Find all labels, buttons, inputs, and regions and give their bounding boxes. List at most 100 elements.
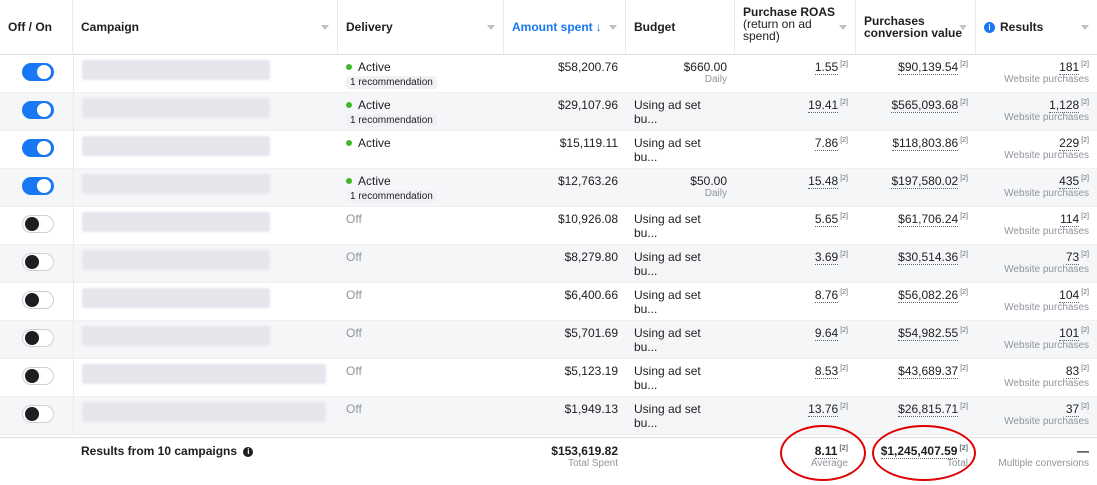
header-purchase-roas[interactable]: Purchase ROAS (return on ad spend) [735, 0, 856, 55]
table-row[interactable]: Off $5,701.69 Using ad set bu... 9.64 [2]… [0, 321, 1097, 359]
campaign-toggle[interactable] [22, 291, 54, 309]
results-value[interactable]: 114 [1060, 212, 1080, 227]
pcv-value[interactable]: $61,706.24 [898, 212, 959, 227]
pcv-value[interactable]: $118,803.86 [892, 136, 959, 151]
campaign-toggle[interactable] [22, 177, 54, 195]
campaign-name-redacted[interactable] [82, 212, 270, 232]
campaign-name-redacted[interactable] [82, 250, 270, 270]
delivery-cell: Off [338, 283, 504, 321]
budget-value[interactable]: Using ad set bu... [634, 98, 727, 126]
header-amount-spent[interactable]: Amount spent ↓ [504, 0, 626, 55]
roas-value[interactable]: 13.76 [808, 402, 839, 417]
active-status-dot-icon [346, 178, 352, 184]
campaign-toggle[interactable] [22, 63, 54, 81]
results-value[interactable]: 229 [1059, 136, 1080, 151]
campaign-toggle[interactable] [22, 405, 54, 423]
campaign-toggle[interactable] [22, 329, 54, 347]
roas-value[interactable]: 15.48 [808, 174, 839, 189]
table-row[interactable]: Off $10,926.08 Using ad set bu... 5.65 [2… [0, 207, 1097, 245]
budget-value[interactable]: Using ad set bu... [634, 402, 727, 430]
campaign-name-redacted[interactable] [82, 136, 270, 156]
sort-caret-icon[interactable] [321, 25, 329, 30]
campaign-toggle[interactable] [22, 101, 54, 119]
roas-value[interactable]: 1.55 [814, 60, 839, 75]
sort-caret-icon[interactable] [487, 25, 495, 30]
pcv-value[interactable]: $54,982.55 [898, 326, 959, 341]
campaign-name-redacted[interactable] [82, 174, 270, 194]
recommendation-badge[interactable]: 1 recommendation [346, 190, 437, 203]
roas-value[interactable]: 9.64 [814, 326, 839, 341]
budget-value[interactable]: Using ad set bu... [634, 364, 727, 392]
campaign-toggle[interactable] [22, 139, 54, 157]
sort-caret-icon[interactable] [609, 25, 617, 30]
budget-cell: Using ad set bu... [626, 397, 735, 435]
campaign-name-redacted[interactable] [82, 288, 270, 308]
campaign-toggle[interactable] [22, 253, 54, 271]
header-purchases-conversion-value[interactable]: Purchases conversion value [856, 0, 976, 55]
table-row[interactable]: Off $5,123.19 Using ad set bu... 8.53 [2]… [0, 359, 1097, 397]
results-value[interactable]: 73 [1065, 250, 1080, 265]
toggle-knob [25, 217, 39, 231]
attribution-marker: [2] [1081, 327, 1089, 334]
roas-value[interactable]: 3.69 [814, 250, 839, 265]
attribution-marker: [2] [1081, 289, 1089, 296]
roas-value[interactable]: 7.86 [814, 136, 839, 151]
recommendation-badge[interactable]: 1 recommendation [346, 114, 437, 127]
header-campaign[interactable]: Campaign [73, 0, 338, 55]
budget-value[interactable]: Using ad set bu... [634, 326, 727, 354]
table-row[interactable]: Off $8,279.80 Using ad set bu... 3.69 [2]… [0, 245, 1097, 283]
roas-value[interactable]: 5.65 [814, 212, 839, 227]
results-cell: 73 [2] Website purchases [976, 245, 1097, 283]
header-delivery[interactable]: Delivery [338, 0, 504, 55]
table-row[interactable]: Active 1 recommendation $29,107.96 Using… [0, 93, 1097, 131]
attribution-marker: [2] [960, 61, 968, 68]
pcv-value[interactable]: $197,580.02 [891, 174, 959, 189]
campaign-name-redacted[interactable] [82, 98, 270, 118]
sort-caret-icon[interactable] [839, 25, 847, 30]
roas-value[interactable]: 8.76 [814, 288, 839, 303]
pcv-value[interactable]: $565,093.68 [891, 98, 959, 113]
results-value[interactable]: 83 [1065, 364, 1080, 379]
pcv-value[interactable]: $56,082.26 [898, 288, 959, 303]
header-results[interactable]: i Results [976, 0, 1097, 55]
campaign-name-redacted[interactable] [82, 326, 270, 346]
budget-value[interactable]: Using ad set bu... [634, 250, 727, 278]
column-divider [73, 321, 74, 358]
table-row[interactable]: Active 1 recommendation $12,763.26 $50.0… [0, 169, 1097, 207]
info-icon[interactable]: i [984, 21, 995, 33]
sort-desc-arrow-icon[interactable]: ↓ [596, 20, 602, 34]
results-value[interactable]: 435 [1059, 174, 1080, 189]
budget-value[interactable]: Using ad set bu... [634, 212, 727, 240]
results-value[interactable]: 104 [1059, 288, 1080, 303]
pcv-value[interactable]: $30,514.36 [898, 250, 959, 265]
campaign-toggle[interactable] [22, 215, 54, 233]
results-value[interactable]: 1,128 [1049, 98, 1080, 113]
roas-value[interactable]: 19.41 [808, 98, 839, 113]
delivery-status: Active [346, 174, 496, 188]
campaign-name-redacted[interactable] [82, 364, 326, 384]
attribution-marker: [2] [960, 365, 968, 372]
results-value[interactable]: 101 [1059, 326, 1080, 341]
budget-cell: $50.00 Daily [626, 169, 735, 207]
table-row[interactable]: Off $6,400.66 Using ad set bu... 8.76 [2]… [0, 283, 1097, 321]
recommendation-badge[interactable]: 1 recommendation [346, 76, 437, 89]
results-value[interactable]: 37 [1065, 402, 1080, 417]
campaign-toggle[interactable] [22, 367, 54, 385]
info-icon[interactable]: i [243, 446, 254, 457]
results-cell: 37 [2] Website purchases [976, 397, 1097, 435]
pcv-value[interactable]: $26,815.71 [898, 402, 959, 417]
sort-caret-icon[interactable] [959, 25, 967, 30]
pcv-value[interactable]: $90,139.54 [898, 60, 959, 75]
results-value[interactable]: 181 [1059, 60, 1080, 75]
budget-value[interactable]: Using ad set bu... [634, 288, 727, 316]
campaign-name-redacted[interactable] [82, 60, 270, 80]
header-budget[interactable]: Budget [626, 0, 735, 55]
table-row[interactable]: Active 1 recommendation $58,200.76 $660.… [0, 55, 1097, 93]
budget-value[interactable]: Using ad set bu... [634, 136, 727, 164]
table-row[interactable]: Active $15,119.11 Using ad set bu... 7.8… [0, 131, 1097, 169]
pcv-value[interactable]: $43,689.37 [898, 364, 959, 379]
budget-cell: Using ad set bu... [626, 207, 735, 245]
sort-caret-icon[interactable] [1081, 25, 1089, 30]
roas-value[interactable]: 8.53 [814, 364, 839, 379]
campaign-name-redacted[interactable] [82, 402, 326, 422]
